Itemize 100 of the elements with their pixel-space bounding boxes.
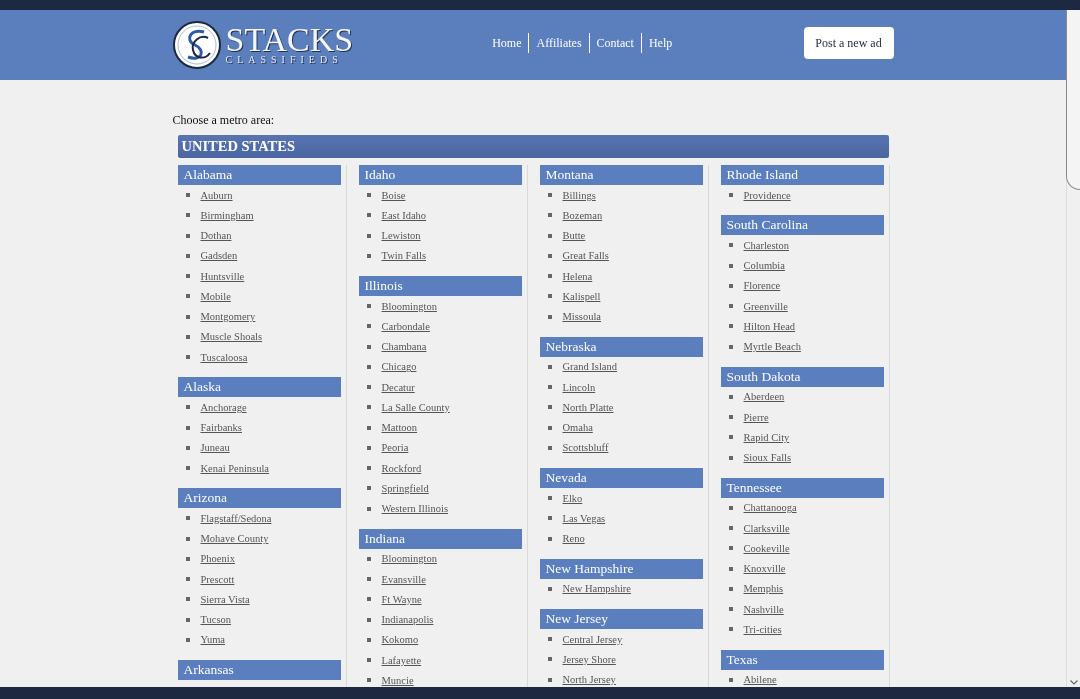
city-link[interactable]: East Idaho (381, 208, 427, 222)
bullet-icon (547, 274, 552, 279)
city-link[interactable]: Missoula (562, 310, 601, 324)
city-link[interactable]: Elko (562, 491, 583, 505)
city-link[interactable]: New Hampshire (562, 582, 632, 596)
city-link[interactable]: Western Illinois (381, 502, 449, 516)
city-link[interactable]: Nashville (743, 602, 784, 616)
city-link[interactable]: Chicago (381, 360, 417, 374)
bullet-icon (366, 658, 371, 663)
city-link[interactable]: Billings (562, 188, 596, 202)
nav-link[interactable]: Affiliates (529, 33, 590, 53)
city-link[interactable]: Jersey Shore (562, 652, 616, 666)
bullet-icon (728, 394, 733, 399)
city-link[interactable]: Scottsbluff (562, 441, 609, 455)
city-link[interactable]: Lewiston (381, 229, 421, 243)
city-link[interactable]: Sioux Falls (743, 451, 792, 465)
city-link[interactable]: Mattoon (381, 421, 418, 435)
bullet-icon (366, 597, 371, 602)
city-link[interactable]: Prescott (200, 572, 235, 586)
nav-link[interactable]: Home (485, 33, 530, 53)
city-link[interactable]: Chattanooga (743, 501, 797, 515)
city-link[interactable]: Montgomery (200, 310, 256, 324)
city-link[interactable]: Reno (562, 532, 585, 546)
city-link[interactable]: Columbia (743, 259, 785, 273)
city-link[interactable]: Central Jersey (562, 632, 623, 646)
city-link[interactable]: Ft Wayne (381, 592, 422, 606)
city-link[interactable]: Lafayette (381, 653, 422, 667)
city-link[interactable]: Tri-cities (743, 622, 782, 636)
city-link[interactable]: Fairbanks (200, 421, 242, 435)
city-link[interactable]: Kalispell (562, 289, 601, 303)
state-heading: Nevada (539, 468, 703, 488)
city-link[interactable]: Twin Falls (381, 249, 426, 263)
bullet-icon (366, 466, 371, 471)
city-link[interactable]: Hilton Head (743, 319, 796, 333)
city-link[interactable]: Memphis (743, 582, 784, 596)
city-link[interactable]: Peoria (381, 441, 409, 455)
city-link[interactable]: Anchorage (200, 400, 247, 414)
bullet-icon (547, 253, 552, 258)
bullet-icon (185, 577, 190, 582)
city-link[interactable]: Florence (743, 279, 781, 293)
post-ad-button[interactable]: Post a new ad (803, 27, 894, 59)
city-link[interactable]: Pierre (743, 410, 769, 424)
city-link[interactable]: North Platte (562, 400, 614, 414)
city-link[interactable]: Kokomo (381, 633, 419, 647)
city-link[interactable]: Helena (562, 269, 593, 283)
city-link[interactable]: Flagstaff/Sedona (200, 511, 272, 525)
city-link[interactable]: North Jersey (562, 673, 616, 687)
city-link[interactable]: Omaha (562, 421, 593, 435)
city-link[interactable]: Springfield (381, 481, 429, 495)
city-link[interactable]: Great Falls (562, 249, 609, 263)
city-link[interactable]: Charleston (743, 238, 789, 252)
scrollbar-thumb[interactable] (1066, 10, 1080, 190)
city-link[interactable]: Myrtle Beach (743, 340, 801, 354)
city-link[interactable]: Indianapolis (381, 613, 434, 627)
city-link[interactable]: Clarksville (743, 521, 790, 535)
city-link[interactable]: Juneau (200, 441, 230, 455)
city-link[interactable]: Bozeman (562, 208, 603, 222)
city-link[interactable]: Abilene (743, 673, 777, 687)
city-link[interactable]: Auburn (200, 188, 233, 202)
city-link[interactable]: Carbondale (381, 319, 430, 333)
nav-link[interactable]: Contact (589, 33, 642, 53)
city-link[interactable]: Phoenix (200, 552, 235, 566)
scrollbar-track[interactable] (1066, 10, 1080, 687)
city-link[interactable]: Gadsden (200, 249, 238, 263)
logo-title: STACKS (225, 25, 354, 54)
city-link[interactable]: Sierra Vista (200, 592, 250, 606)
city-link[interactable]: Muncie (381, 673, 414, 687)
nav-link[interactable]: Help (641, 33, 680, 53)
city-link[interactable]: Mobile (200, 289, 231, 303)
city-link[interactable]: Kenai Peninsula (200, 461, 270, 475)
city-link[interactable]: La Salle County (381, 400, 450, 414)
city-link[interactable]: Knoxville (743, 562, 786, 576)
city-link[interactable]: Rockford (381, 461, 422, 475)
city-link[interactable]: Cookeville (743, 541, 790, 555)
city-link[interactable]: Butte (562, 229, 586, 243)
city-link[interactable]: Huntsville (200, 269, 245, 283)
city-link[interactable]: Tuscaloosa (200, 350, 248, 364)
city-link[interactable]: Evansville (381, 572, 426, 586)
city-link[interactable]: Tucson (200, 613, 232, 627)
city-link[interactable]: Chambana (381, 340, 427, 354)
city-link[interactable]: Lincoln (562, 380, 596, 394)
city-link[interactable]: Yuma (200, 633, 225, 647)
city-link[interactable]: Aberdeen (743, 390, 785, 404)
city-link[interactable]: Birmingham (200, 208, 254, 222)
city-link[interactable]: Providence (743, 188, 791, 202)
bullet-icon (366, 445, 371, 450)
city-link[interactable]: Mohave County (200, 532, 269, 546)
city-link[interactable]: Muscle Shoals (200, 330, 263, 344)
city-link[interactable]: Grand Island (562, 360, 618, 374)
bullet-icon (547, 677, 552, 682)
city-link[interactable]: Las Vegas (562, 511, 606, 525)
city-link[interactable]: Greenville (743, 299, 788, 313)
city-link[interactable]: Boise (381, 188, 406, 202)
city-link[interactable]: Decatur (381, 380, 415, 394)
city-link[interactable]: Bloomington (381, 552, 437, 566)
city-link[interactable]: Bloomington (381, 299, 437, 313)
city-link[interactable]: Dothan (200, 229, 232, 243)
state-heading: Alabama (177, 165, 341, 185)
city-link[interactable]: Rapid City (743, 430, 790, 444)
chevron-down-icon[interactable] (1070, 680, 1078, 685)
